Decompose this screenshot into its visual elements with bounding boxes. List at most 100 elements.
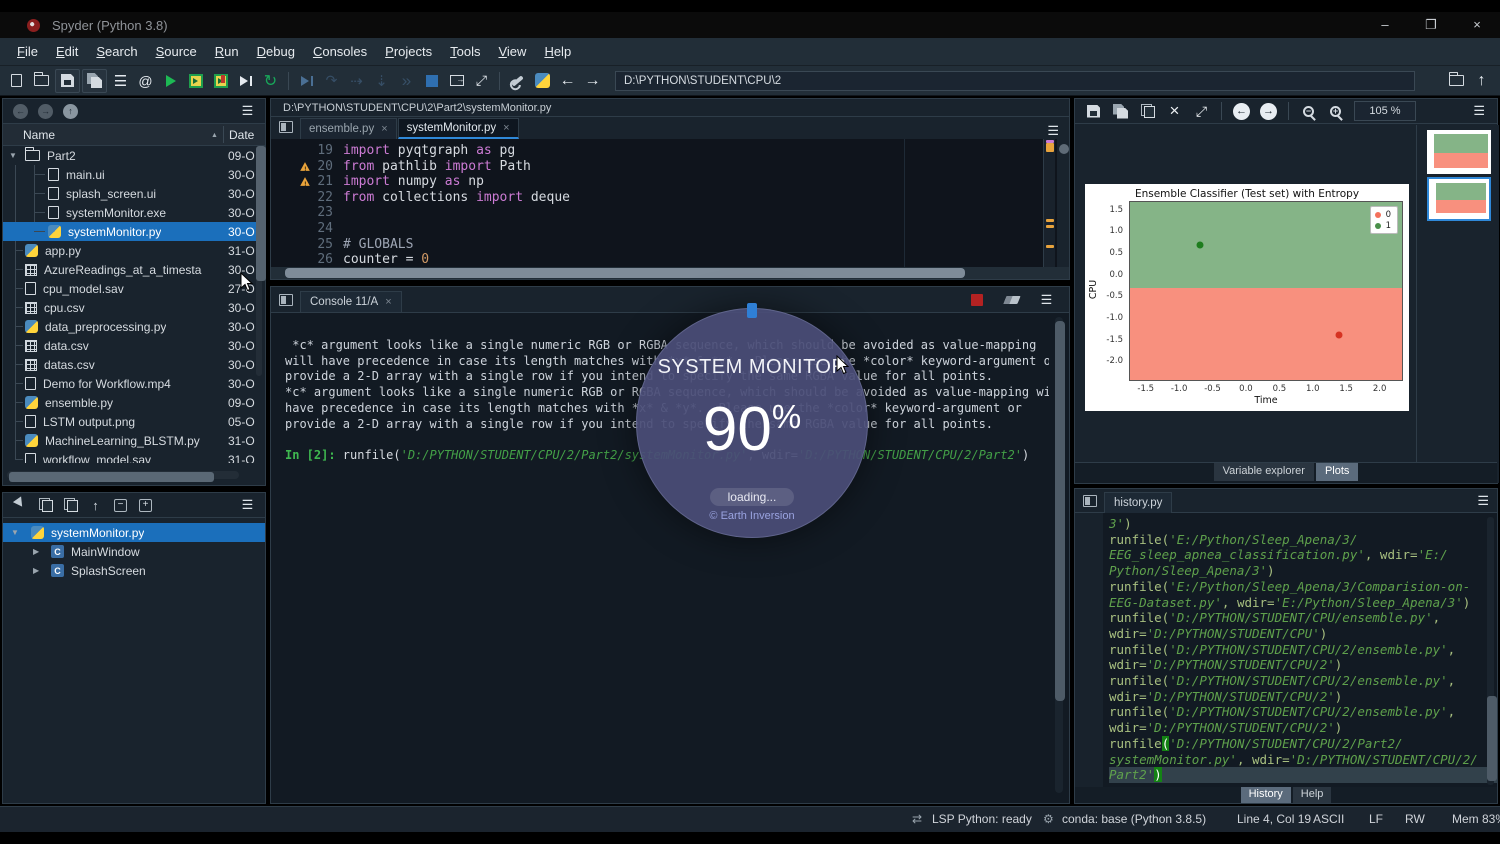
files-horizontal-scrollbar[interactable] (7, 471, 239, 479)
warning-marker[interactable] (1046, 219, 1054, 222)
history-tab[interactable]: history.py (1104, 492, 1172, 513)
expand-caret-icon[interactable]: ▶ (33, 566, 39, 575)
menu-tools[interactable]: Tools (441, 44, 489, 59)
close-button[interactable]: × (1454, 17, 1500, 33)
interrupt-kernel-button[interactable] (964, 288, 989, 312)
preferences-button[interactable] (505, 69, 530, 93)
run-cell-advance-button[interactable] (208, 69, 233, 93)
menu-projects[interactable]: Projects (376, 44, 441, 59)
copy-plot-button[interactable] (1135, 99, 1160, 123)
history-output[interactable]: 3')runfile('E:/Python/Sleep_Apena/3/EEG_… (1075, 513, 1497, 789)
zoom-level-field[interactable]: 105 % (1354, 101, 1416, 121)
run-file-button[interactable] (158, 69, 183, 93)
go-to-parent-directory-button[interactable]: ↑ (1469, 69, 1494, 93)
zoom-out-button[interactable]: − (1296, 99, 1321, 123)
file-row[interactable]: main.ui30-O (3, 165, 265, 184)
file-row[interactable]: cpu_model.sav27-O (3, 279, 265, 298)
step-over-button[interactable]: ⇢ (344, 69, 369, 93)
close-tab-icon[interactable]: × (385, 296, 391, 308)
editor-vertical-scrollbar[interactable] (1057, 139, 1069, 269)
plot-thumbnail[interactable] (1427, 130, 1491, 174)
expand-caret-icon[interactable]: ▼ (9, 151, 17, 160)
next-folder-button[interactable]: → (34, 100, 57, 122)
rerun-cell-button[interactable]: ↻ (258, 69, 283, 93)
open-file-button[interactable] (29, 69, 54, 93)
clear-console-button[interactable] (999, 288, 1024, 312)
copy-all-items-button[interactable] (59, 494, 82, 516)
find-symbols-button[interactable]: @ (133, 69, 158, 93)
remove-all-plots-button[interactable]: ⤢ (1189, 99, 1214, 123)
save-all-button[interactable] (82, 69, 107, 93)
plot-thumbnail[interactable] (1427, 177, 1491, 221)
editor-horizontal-scrollbar[interactable] (271, 267, 1069, 279)
code-editor[interactable]: 19!20!212223242526 import pyqtgraph as p… (271, 139, 1043, 269)
history-vertical-scrollbar[interactable] (1487, 517, 1494, 785)
tab-history[interactable]: History (1241, 787, 1291, 803)
editor-code[interactable]: import pyqtgraph as pgfrom pathlib impor… (343, 139, 570, 269)
save-all-plots-button[interactable] (1108, 99, 1133, 123)
menu-run[interactable]: Run (206, 44, 248, 59)
column-name[interactable]: Name (3, 128, 55, 142)
browse-tabs-icon[interactable] (273, 115, 298, 139)
column-date[interactable]: Date (229, 128, 259, 142)
column-divider[interactable] (223, 126, 224, 143)
copy-item-button[interactable] (34, 494, 57, 516)
warning-marker[interactable] (1046, 245, 1054, 248)
files-vertical-scrollbar[interactable] (256, 146, 262, 376)
file-row[interactable]: systemMonitor.exe30-O (3, 203, 265, 222)
options-menu-button[interactable]: ☰ (236, 100, 259, 122)
save-plot-button[interactable] (1081, 99, 1106, 123)
file-row[interactable]: data.csv30-O (3, 336, 265, 355)
tab-plots[interactable]: Plots (1316, 463, 1358, 481)
history-options-icon[interactable]: ☰ (1477, 493, 1489, 509)
tab-systemMonitor.py[interactable]: systemMonitor.py× (398, 118, 519, 139)
zoom-in-button[interactable]: + (1323, 99, 1348, 123)
remove-plot-button[interactable]: × (1162, 99, 1187, 123)
menu-debug[interactable]: Debug (248, 44, 304, 59)
file-row[interactable]: systemMonitor.py30-O (3, 222, 265, 241)
file-row[interactable]: splash_screen.ui30-O (3, 184, 265, 203)
open-working-directory-button[interactable] (1444, 69, 1469, 93)
collapse-all-button[interactable]: − (109, 494, 132, 516)
previous-folder-button[interactable]: ← (9, 100, 32, 122)
tab-ensemble.py[interactable]: ensemble.py× (300, 118, 397, 139)
debug-file-button[interactable] (294, 69, 319, 93)
file-row[interactable]: LSTM output.png05-O (3, 412, 265, 431)
files-header[interactable]: Name ▲ Date (3, 124, 265, 146)
outline-row[interactable]: ▶CSplashScreen (3, 561, 265, 580)
go-to-parent-item-button[interactable]: ↑ (84, 494, 107, 516)
debug-cell-button[interactable]: ↷ (319, 69, 344, 93)
tab-help[interactable]: Help (1293, 787, 1332, 803)
file-row[interactable]: MachineLearning_BLSTM.py31-O (3, 431, 265, 450)
forward-button[interactable]: → (580, 69, 605, 93)
file-row[interactable]: datas.csv30-O (3, 355, 265, 374)
file-row[interactable]: AzureReadings_at_a_timestamp.csv30-O (3, 260, 265, 279)
browse-tabs-icon[interactable] (1077, 489, 1102, 513)
run-cell-button[interactable] (183, 69, 208, 93)
close-tab-icon[interactable]: × (503, 122, 509, 134)
minimize-button[interactable]: – (1362, 17, 1408, 33)
file-row[interactable]: ▼Part209-O (3, 146, 265, 165)
working-directory-input[interactable]: D:\PYTHON\STUDENT\CPU\2 (615, 71, 1415, 91)
console-tab[interactable]: Console 11/A × (300, 291, 402, 312)
run-selection-button[interactable] (233, 69, 258, 93)
expand-caret-icon[interactable]: ▼ (11, 528, 19, 537)
file-switcher-button[interactable]: ☰ (108, 69, 133, 93)
browse-tabs-icon[interactable] (273, 288, 298, 312)
menu-search[interactable]: Search (87, 44, 146, 59)
file-row[interactable]: workflow_model.sav31-O (3, 450, 265, 463)
file-row[interactable]: Demo for Workflow.mp430-O (3, 374, 265, 393)
previous-plot-button[interactable]: ← (1229, 99, 1254, 123)
restore-button[interactable]: ❐ (1408, 17, 1454, 33)
editor-options-icon[interactable]: ☰ (1047, 123, 1059, 139)
file-row[interactable]: cpu.csv30-O (3, 298, 265, 317)
save-file-button[interactable] (55, 69, 80, 93)
run-external-window-button[interactable] (444, 69, 469, 93)
warning-marker[interactable] (1046, 225, 1054, 228)
close-tab-icon[interactable]: × (381, 123, 387, 135)
new-file-button[interactable] (4, 69, 29, 93)
python-path-manager-button[interactable] (530, 69, 555, 93)
file-row[interactable]: data_preprocessing.py30-O (3, 317, 265, 336)
menu-source[interactable]: Source (147, 44, 206, 59)
menu-file[interactable]: File (8, 44, 47, 59)
